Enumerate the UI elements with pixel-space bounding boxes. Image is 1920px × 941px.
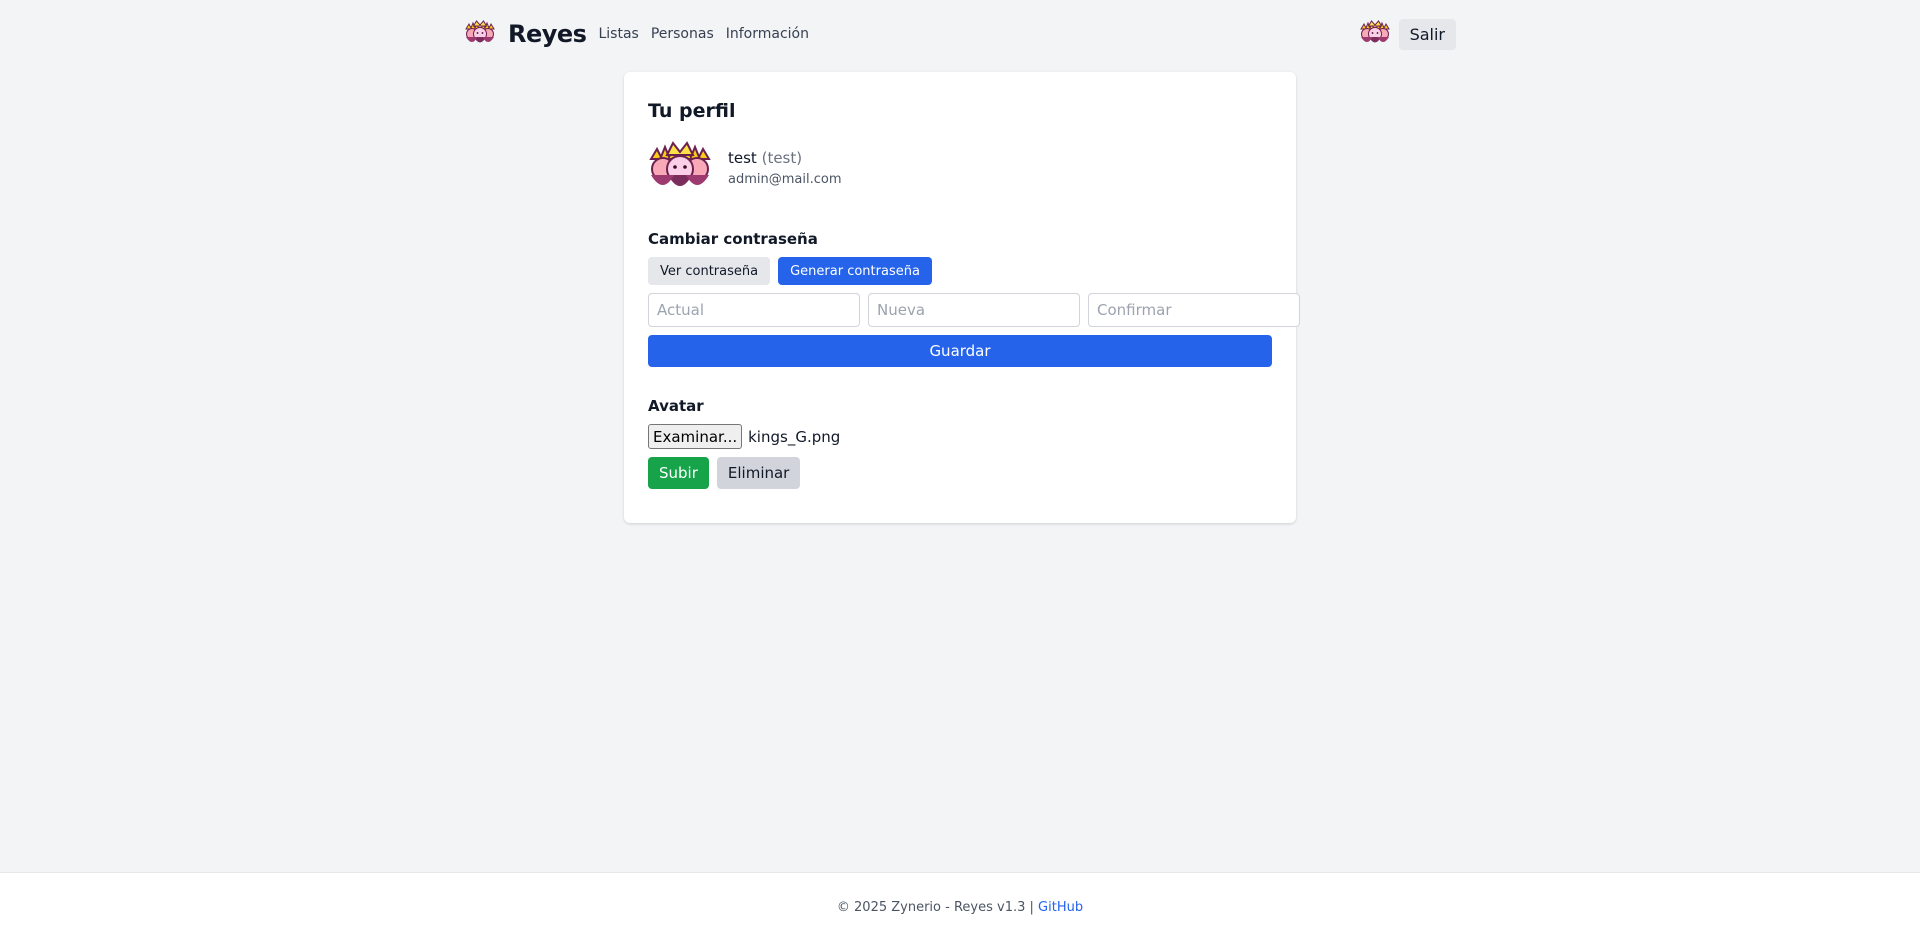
footer: © 2025 Zynerio - Reyes v1.3 | GitHub xyxy=(0,872,1920,941)
top-nav: Reyes Listas Personas Información Salir xyxy=(464,14,1456,54)
delete-avatar-button[interactable]: Eliminar xyxy=(716,457,801,489)
nav-right: Salir xyxy=(1359,18,1456,50)
profile-summary: test (test) admin@mail.com xyxy=(648,139,1272,197)
kings-group xyxy=(649,141,711,186)
profile-email: admin@mail.com xyxy=(728,172,842,187)
profile-name-line: test (test) xyxy=(728,149,841,167)
password-fields xyxy=(648,293,1300,327)
profile-avatar-icon xyxy=(649,141,711,186)
three-kings-icon[interactable] xyxy=(464,18,496,50)
nav-link-personas[interactable]: Personas xyxy=(651,26,714,42)
profile-info: test (test) admin@mail.com xyxy=(728,149,841,187)
generate-password-button[interactable]: Generar contraseña xyxy=(778,257,932,285)
kings-group xyxy=(465,20,495,43)
password-section-title: Cambiar contraseña xyxy=(648,230,818,248)
brand-name[interactable]: Reyes xyxy=(508,20,587,48)
avatar-section-title: Avatar xyxy=(648,397,704,415)
confirm-password-input[interactable] xyxy=(1088,293,1300,327)
password-actions: Ver contraseña Generar contraseña xyxy=(648,257,1272,285)
github-link[interactable]: GitHub xyxy=(1038,900,1083,915)
browse-file-button[interactable]: Examinar... xyxy=(648,424,743,449)
nav-link-informacion[interactable]: Información xyxy=(726,26,809,42)
logout-button[interactable]: Salir xyxy=(1398,18,1456,50)
avatar-actions: Subir Eliminar xyxy=(648,457,1272,489)
nav-left: Reyes Listas Personas Información xyxy=(464,18,821,50)
kings-group xyxy=(1359,20,1390,43)
profile-display-name: test xyxy=(728,149,757,167)
avatar-file-picker: Examinar... kings_G.png xyxy=(648,424,1272,449)
profile-card: Tu perfil test (test) admin@mail.com Cam… xyxy=(624,72,1300,523)
footer-copyright: © 2025 Zynerio - Reyes v1.3 | xyxy=(836,899,1034,915)
page-title: Tu perfil xyxy=(648,100,736,122)
profile-username: (test) xyxy=(761,149,803,167)
save-password-button[interactable]: Guardar xyxy=(648,335,1272,367)
new-password-input[interactable] xyxy=(868,293,1080,327)
selected-file-name: kings_G.png xyxy=(748,427,841,446)
user-avatar-icon[interactable] xyxy=(1359,18,1391,50)
current-password-input[interactable] xyxy=(648,293,860,327)
show-password-button[interactable]: Ver contraseña xyxy=(648,257,771,285)
upload-avatar-button[interactable]: Subir xyxy=(648,457,709,489)
nav-link-listas[interactable]: Listas xyxy=(598,26,638,42)
